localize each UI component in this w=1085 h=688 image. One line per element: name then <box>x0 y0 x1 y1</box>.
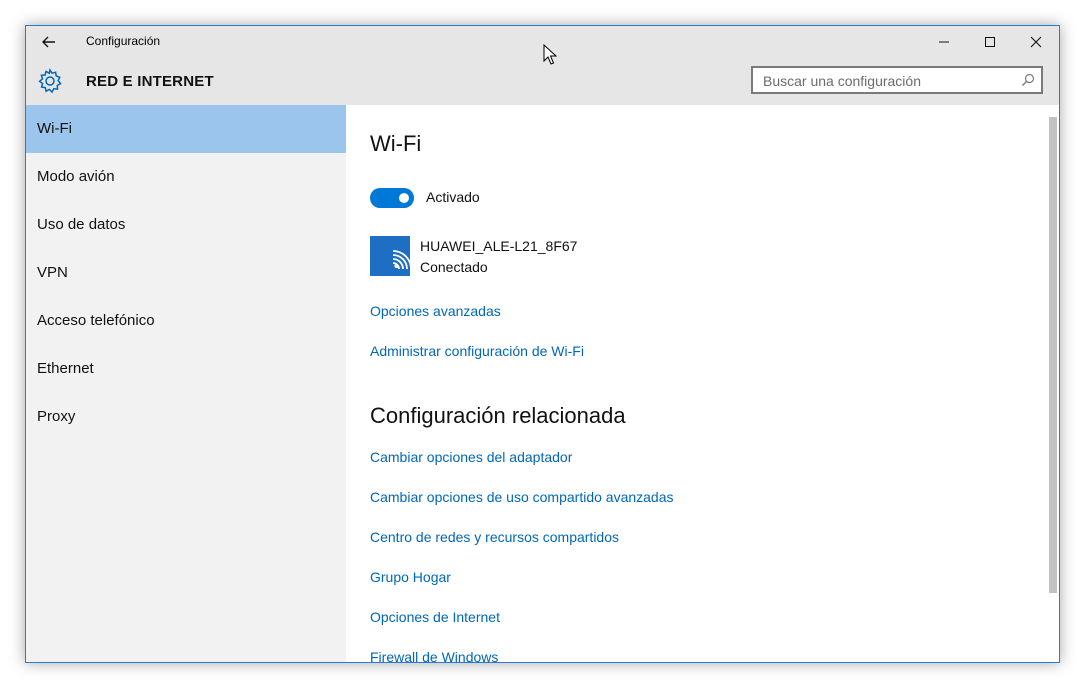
scrollbar-thumb[interactable] <box>1049 117 1057 593</box>
content-pane: Wi-Fi Activado HUAWEI_ALE-L21_8F67 Conec <box>346 105 1059 662</box>
network-sharing-center-link[interactable]: Centro de redes y recursos compartidos <box>370 529 619 545</box>
toggle-label: Activado <box>426 189 480 205</box>
content-scrollbar[interactable] <box>1047 105 1059 662</box>
change-adapter-options-link[interactable]: Cambiar opciones del adaptador <box>370 449 572 465</box>
sidebar-item-vpn[interactable]: VPN <box>26 249 346 297</box>
close-icon <box>1030 36 1042 48</box>
maximize-button[interactable] <box>967 26 1013 58</box>
gear-icon <box>38 68 62 94</box>
windows-firewall-link[interactable]: Firewall de Windows <box>370 649 498 662</box>
search-placeholder: Buscar una configuración <box>763 73 921 89</box>
settings-window: Configuración RED E INTERNET Buscar una … <box>25 25 1060 663</box>
search-icon[interactable] <box>1021 73 1035 87</box>
sidebar-item-airplane-mode[interactable]: Modo avión <box>26 153 346 201</box>
desktop-canvas: Configuración RED E INTERNET Buscar una … <box>0 0 1085 688</box>
sidebar-item-wifi[interactable]: Wi-Fi <box>26 105 346 153</box>
search-input[interactable]: Buscar una configuración <box>751 66 1043 94</box>
mouse-cursor-icon <box>543 44 557 65</box>
related-settings-title: Configuración relacionada <box>370 403 626 428</box>
advanced-sharing-options-link[interactable]: Cambiar opciones de uso compartido avanz… <box>370 489 674 505</box>
window-controls <box>921 26 1059 58</box>
advanced-options-link[interactable]: Opciones avanzadas <box>370 303 501 319</box>
sidebar-nav: Wi-Fi Modo avión Uso de datos VPN Acceso… <box>26 105 346 662</box>
sidebar-item-dial-up[interactable]: Acceso telefónico <box>26 297 346 345</box>
page-title: Wi-Fi <box>370 131 422 156</box>
manage-wifi-settings-link[interactable]: Administrar configuración de Wi-Fi <box>370 343 584 359</box>
sidebar-item-ethernet[interactable]: Ethernet <box>26 345 346 393</box>
toggle-knob <box>399 193 409 203</box>
close-button[interactable] <box>1013 26 1059 58</box>
minimize-button[interactable] <box>921 26 967 58</box>
sidebar-item-proxy[interactable]: Proxy <box>26 393 346 441</box>
maximize-icon <box>985 37 995 47</box>
network-tile[interactable] <box>370 236 412 276</box>
wifi-signal-icon <box>392 250 412 270</box>
network-name[interactable]: HUAWEI_ALE-L21_8F67 <box>420 238 577 254</box>
back-button[interactable] <box>36 31 62 53</box>
minimize-icon <box>939 41 949 43</box>
homegroup-link[interactable]: Grupo Hogar <box>370 569 451 585</box>
sidebar-item-data-usage[interactable]: Uso de datos <box>26 201 346 249</box>
section-title: RED E INTERNET <box>86 73 214 90</box>
arrow-left-icon <box>42 36 55 48</box>
internet-options-link[interactable]: Opciones de Internet <box>370 609 500 625</box>
wifi-toggle[interactable] <box>370 188 414 208</box>
app-title: Configuración <box>86 34 161 48</box>
network-status: Conectado <box>420 259 488 275</box>
